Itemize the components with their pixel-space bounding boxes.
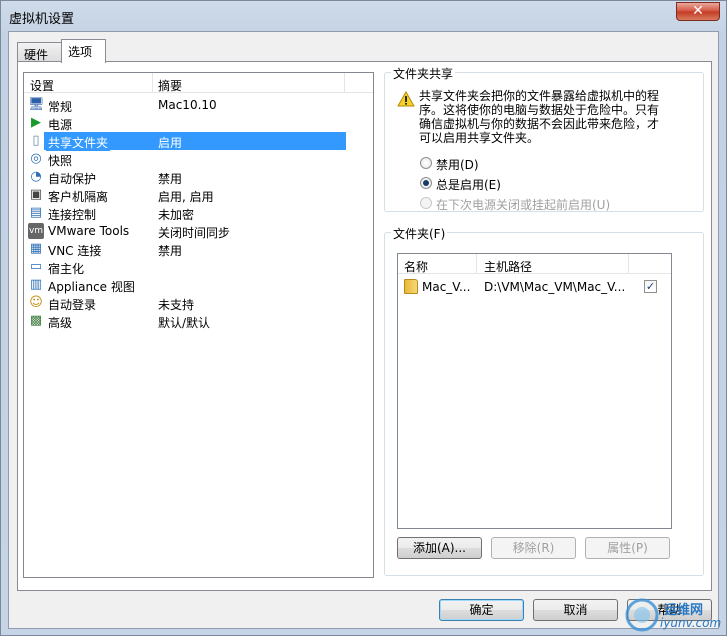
settings-row-label: 共享文件夹 [46,134,111,151]
settings-row-label: VNC 连接 [48,244,102,258]
settings-row-summary: 禁用 [158,244,183,258]
watermark-logo: 运维网 iyunv.com [624,597,724,633]
close-icon: ✕ [692,3,704,19]
watermark-url: iyunv.com [660,616,722,630]
advanced-icon: ▩ [29,313,43,328]
column-divider[interactable] [628,254,629,274]
unity-icon: ▭ [29,259,43,274]
column-header-host-path[interactable]: 主机路径 [484,258,532,275]
settings-row-1[interactable]: ▶ 电源 [26,114,371,132]
settings-row-6[interactable]: ▤ 连接控制 未加密 [26,204,371,222]
folders-group: 文件夹(F) 名称 主机路径 Mac_V... D:\VM\Mac_VM\Mac… [384,225,704,576]
settings-row-12[interactable]: ▩ 高级 默认/默认 [26,312,371,330]
settings-row-2[interactable]: ▯ 共享文件夹 启用 [26,132,371,151]
folder-sharing-group: 文件夹共享 共享文件夹会把你的文件暴露给虚拟机中的程序。这将使你的电脑与数据处于… [384,65,704,212]
settings-row-label: 自动保护 [48,172,97,186]
settings-row-label: 快照 [48,154,73,168]
column-divider[interactable] [476,254,477,274]
warning-message: 共享文件夹会把你的文件暴露给虚拟机中的程序。这将使你的电脑与数据处于危险中。只有… [419,89,660,145]
settings-row-label: 高级 [48,316,73,330]
watermark-globe-icon [625,598,659,632]
settings-row-label: 常规 [48,100,73,114]
folder-name: Mac_V... [422,280,471,294]
autoprotect-icon: ◔ [30,169,42,184]
folder-row[interactable]: Mac_V... D:\VM\Mac_VM\Mac_V... ✓ [400,278,669,296]
dialog-client: 硬件 选项 设置 摘要 🖥 常规 Mac10.10 ▶ 电源 ▯ 共享文件夹 启用 ◎ 快照 ◔ 自动… [8,31,719,629]
ok-button[interactable]: 确定 [439,599,524,621]
settings-row-9[interactable]: ▭ 宿主化 [26,258,371,276]
column-divider[interactable] [344,73,345,93]
column-header-setting[interactable]: 设置 [30,77,54,94]
radio-always-enable-button[interactable] [420,177,432,189]
settings-row-3[interactable]: ◎ 快照 [26,150,371,168]
settings-window: 虚拟机设置 ✕ 硬件 选项 设置 摘要 🖥 常规 Mac10.10 ▶ 电源 ▯ 共享文件夹… [0,0,727,636]
settings-list-header: 设置 摘要 [24,73,373,93]
vmware-tools-icon: vm [28,223,44,239]
settings-row-11[interactable]: ☺ 自动登录 未支持 [26,294,371,312]
appliance-icon: ▥ [29,277,43,292]
folders-list-header: 名称 主机路径 [398,254,671,274]
folder-enabled-checkbox[interactable]: ✓ [644,280,657,293]
settings-row-label: 客户机隔离 [48,190,109,204]
close-button[interactable]: ✕ [676,2,720,21]
folders-list[interactable]: 名称 主机路径 Mac_V... D:\VM\Mac_VM\Mac_V... ✓ [397,253,672,529]
settings-row-summary: 启用, 启用 [158,190,214,204]
radio-disable-button[interactable] [420,157,432,169]
settings-row-5[interactable]: ▣ 客户机隔离 启用, 启用 [26,186,371,204]
settings-row-label: 宿主化 [48,262,85,276]
settings-row-summary: 未支持 [158,298,195,312]
folders-title: 文件夹(F) [391,225,448,242]
settings-row-label: 电源 [48,118,73,132]
add-folder-button[interactable]: 添加(A)... [397,537,482,559]
settings-list[interactable]: 设置 摘要 🖥 常规 Mac10.10 ▶ 电源 ▯ 共享文件夹 启用 ◎ 快照 ◔ 自动保护 禁用 ▣ 客… [23,72,374,578]
settings-row-label: 自动登录 [48,298,97,312]
folder-host-path: D:\VM\Mac_VM\Mac_V... [484,280,626,294]
settings-row-0[interactable]: 🖥 常规 Mac10.10 [26,96,371,114]
title-bar[interactable]: 虚拟机设置 ✕ [1,1,726,31]
settings-row-7[interactable]: vm VMware Tools 关闭时间同步 [26,222,371,240]
settings-row-summary: 未加密 [158,208,195,222]
settings-row-label: VMware Tools [48,224,130,238]
settings-row-10[interactable]: ▥ Appliance 视图 [26,276,371,294]
radio-always-enable-label[interactable]: 总是启用(E) [436,176,501,193]
shared-folder-icon: ▯ [32,133,40,148]
folder-sharing-title: 文件夹共享 [391,65,456,82]
settings-row-summary: 禁用 [158,172,183,186]
power-play-icon: ▶ [31,115,41,130]
access-control-icon: ▤ [29,205,43,220]
autologin-icon: ☺ [29,295,43,310]
monitor-icon: 🖥 [28,97,45,112]
settings-row-summary: Mac10.10 [158,98,217,112]
column-divider[interactable] [152,73,153,93]
column-header-summary[interactable]: 摘要 [158,77,182,94]
vnc-icon: ▦ [29,241,43,256]
options-tab-page: 设置 摘要 🖥 常规 Mac10.10 ▶ 电源 ▯ 共享文件夹 启用 ◎ 快照 ◔ 自动保护 禁用 ▣ 客… [17,61,712,591]
settings-row-label: 连接控制 [48,208,97,222]
settings-row-summary: 启用 [158,136,183,150]
warning-icon [397,91,415,107]
remove-folder-button: 移除(R) [491,537,576,559]
folder-properties-button: 属性(P) [585,537,670,559]
folder-icon [404,279,418,294]
settings-row-4[interactable]: ◔ 自动保护 禁用 [26,168,371,186]
radio-enable-until-off-button [420,197,432,209]
snapshot-icon: ◎ [30,151,42,166]
settings-row-summary: 关闭时间同步 [158,226,231,240]
radio-enable-until-off-label: 在下次电源关闭或挂起前启用(U) [436,198,611,212]
column-header-name[interactable]: 名称 [404,258,428,275]
tab-options[interactable]: 选项 [61,39,106,63]
window-title: 虚拟机设置 [9,12,75,27]
settings-row-summary: 默认/默认 [158,316,211,330]
settings-row-8[interactable]: ▦ VNC 连接 禁用 [26,240,371,258]
radio-disable-label[interactable]: 禁用(D) [436,156,479,173]
tab-hardware[interactable]: 硬件 [17,42,62,62]
guest-isolation-icon: ▣ [29,187,43,202]
cancel-button[interactable]: 取消 [533,599,618,621]
settings-row-label: Appliance 视图 [48,280,135,294]
